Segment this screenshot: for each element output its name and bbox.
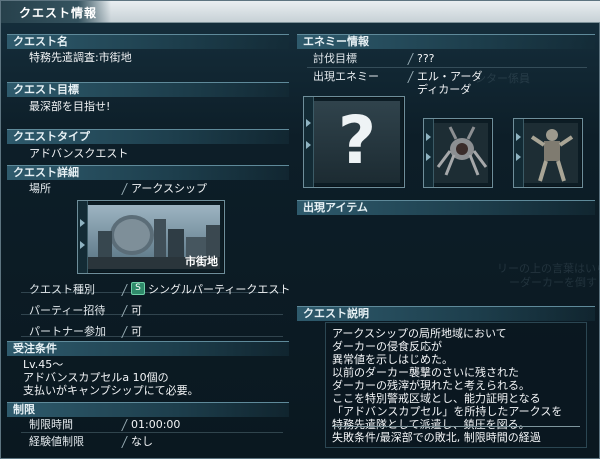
condition-line: Lv.45～: [23, 358, 64, 371]
party-invite-label: パーティー招待: [29, 304, 106, 317]
rail-arrow-icon: [306, 141, 311, 149]
quest-kind-label: クエスト種別: [29, 283, 95, 296]
thumb-side-rail: [78, 201, 88, 273]
thumb-side-rail: [514, 119, 524, 187]
description-box: アークスシップの局所地域において ダーカーの侵食反応が 異常値を示しはじめた。 …: [325, 322, 587, 448]
single-party-icon: S: [131, 282, 145, 295]
quest-kind-value: シングルパーティークエスト: [148, 283, 291, 296]
description-line: ダーカーの侵食反応が: [332, 340, 442, 353]
appear-enemy-label: 出現エネミー: [313, 70, 379, 83]
divider: [21, 432, 283, 433]
quest-type-value: アドバンスクエスト: [29, 147, 129, 160]
quest-goal-value: 最深部を目指せ!: [29, 100, 111, 113]
partner-join-value: 可: [131, 325, 142, 338]
separator: [121, 305, 128, 317]
rail-arrow-icon: [80, 219, 85, 227]
time-limit-label: 制限時間: [29, 418, 73, 431]
items-area: リーの上の言葉はいらないで ーダーカーを倒す: [297, 216, 600, 300]
separator: [121, 183, 128, 195]
enemy-card-el-arda[interactable]: [423, 118, 493, 188]
right-column: エネミー情報 討伐目標 ??? 出現エネミー エル・アーダ ディカーダ ンター係…: [297, 34, 600, 454]
exp-limit-value: なし: [131, 435, 153, 448]
unknown-enemy-card[interactable]: ?: [303, 96, 405, 188]
target-value: ???: [417, 52, 435, 65]
insect-enemy-icon: [436, 126, 488, 176]
separator: [407, 53, 414, 65]
description-line: 異常値を示しはじめた。: [332, 353, 453, 366]
thumb-side-rail: [304, 97, 314, 187]
title-bar: クエスト情報: [1, 1, 600, 23]
limits-header: 制限: [7, 402, 289, 417]
conditions-header: 受注条件: [7, 341, 289, 356]
description-line: ここを特別警戒区域とし、能力証明となる: [332, 392, 541, 405]
unknown-enemy-image: ?: [314, 101, 400, 183]
location-thumbnail[interactable]: 市街地: [77, 200, 225, 274]
separator: [121, 284, 128, 296]
description-divider: [332, 426, 580, 427]
left-column: クエスト名 特務先遣調査:市街地 クエスト目標 最深部を目指せ! クエストタイプ…: [7, 34, 291, 454]
location-label: 場所: [29, 182, 51, 195]
rail-arrow-icon: [306, 119, 311, 127]
question-mark-icon: ?: [337, 102, 377, 179]
separator: [121, 419, 128, 431]
exp-limit-label: 経験値制限: [29, 435, 84, 448]
description-line: 「アドバンスカプセル」を所持したアークスを: [332, 405, 563, 418]
enemy-info-header: エネミー情報: [297, 34, 595, 49]
separator: [407, 71, 414, 83]
appear-enemy-value: エル・アーダ: [417, 70, 483, 83]
condition-line: 支払いがキャンプシップにて必要。: [23, 384, 199, 397]
partner-join-label: パートナー参加: [29, 325, 106, 338]
condition-line: アドバンスカプセルa 10個の: [23, 371, 169, 384]
window-title: クエスト情報: [19, 6, 98, 20]
quest-name-header: クエスト名: [7, 34, 289, 49]
description-line: ダーカーの残滓が現れたと考えられる。: [332, 379, 530, 392]
description-line: 以前のダーカー襲撃のさいに残された: [332, 366, 519, 379]
rail-arrow-icon: [516, 153, 521, 161]
humanoid-enemy-icon: [530, 129, 574, 182]
quest-type-header: クエストタイプ: [7, 129, 289, 144]
description-line: アークスシップの局所地域において: [332, 327, 507, 340]
items-header: 出現アイテム: [297, 200, 595, 215]
rail-arrow-icon: [426, 133, 431, 141]
rail-arrow-icon: [516, 133, 521, 141]
failure-condition: 失敗条件/最深部での敗北, 制限時間の経過: [332, 431, 541, 444]
location-value: アークスシップ: [131, 182, 208, 195]
target-label: 討伐目標: [313, 52, 357, 65]
time-limit-value: 01:00:00: [131, 418, 181, 431]
quest-info-window: クエスト情報 クエスト名 特務先遣調査:市街地 クエスト目標 最深部を目指せ! …: [0, 0, 600, 459]
description-header: クエスト説明: [297, 306, 595, 321]
enemy-image: [434, 123, 488, 183]
quest-name-value: 特務先遣調査:市街地: [29, 51, 132, 64]
faded-text: ーダーカーを倒す: [509, 276, 597, 289]
appear-enemy-value: ディカーダ: [417, 83, 472, 96]
quest-detail-header: クエスト詳細: [7, 165, 289, 180]
rail-arrow-icon: [80, 241, 85, 249]
separator: [121, 436, 128, 448]
description-line: 特務先遣隊として派遣し、鎮圧を図る。: [332, 418, 530, 431]
rail-arrow-icon: [426, 153, 431, 161]
enemy-card-dicarda[interactable]: [513, 118, 583, 188]
party-invite-value: 可: [131, 304, 142, 317]
quest-goal-header: クエスト目標: [7, 82, 289, 97]
separator: [121, 326, 128, 338]
divider: [307, 67, 587, 68]
thumb-side-rail: [424, 119, 434, 187]
faded-text: ンター係員: [475, 72, 530, 85]
enemy-image: [524, 123, 578, 183]
location-thumb-caption: 市街地: [185, 255, 218, 268]
